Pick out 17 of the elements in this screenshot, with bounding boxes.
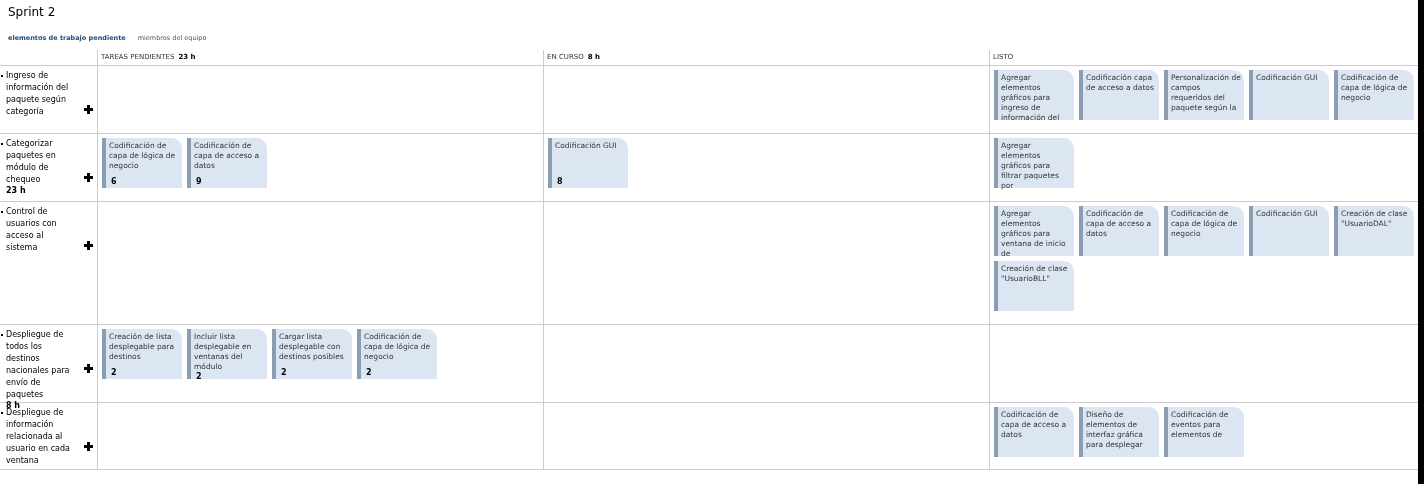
story-title: Ingreso de información del paquete según categoría [6,70,70,118]
task-hours: 2 [365,368,373,379]
add-icon[interactable] [83,363,93,373]
task-hours: 8 [556,177,564,188]
task-hours: 9 [195,177,203,188]
sprint-title: Sprint 2 [7,4,57,21]
story-title: Despliegue de todos los destinos nacionales para envío de paquetes [6,329,71,401]
task-hours: 6 [110,177,118,188]
story-hours: 23 h [6,186,27,196]
add-icon[interactable] [83,441,93,451]
story-title: Control de usuarios con acceso al sistema [6,206,58,254]
add-icon[interactable] [83,240,93,250]
add-icon[interactable] [83,104,93,114]
add-icon[interactable] [83,172,93,182]
task-hours: 2 [280,368,288,379]
story-title: Categorizar paquetes en módulo de chequeo [6,138,57,186]
task-hours: 2 [110,368,118,379]
